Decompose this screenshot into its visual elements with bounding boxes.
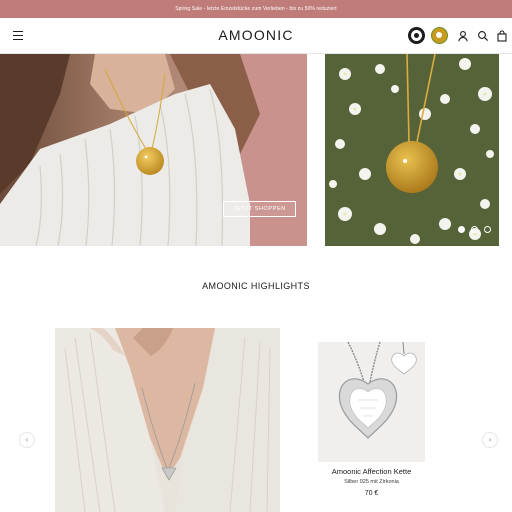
account-icon[interactable] [457,30,469,42]
search-icon[interactable] [477,30,489,42]
announcement-text[interactable]: Spring Sale - letzte Einzelstücke zum Ve… [175,6,337,12]
highlights-title: AMOONIC HIGHLIGHTS [202,281,310,291]
carousel-prev-button[interactable]: ‹ [19,432,35,448]
slider-dot-3[interactable] [484,226,491,233]
menu-icon[interactable] [13,31,23,41]
hero-slide-right[interactable] [325,54,499,246]
model-photo [55,328,280,512]
hero-photo-pendant [325,54,499,246]
award-badge-icon[interactable] [431,27,448,44]
shop-now-button[interactable]: JETZT SHOPPEN [223,201,296,217]
chevron-left-icon: ‹ [25,435,29,444]
carousel-next-button[interactable]: › [482,432,498,448]
hero-slide-left[interactable] [0,54,307,246]
cart-icon[interactable] [496,30,508,42]
chevron-right-icon: › [488,435,492,444]
highlight-lifestyle-image[interactable] [55,328,280,512]
product-name[interactable]: Amoonic Affection Kette [290,467,453,476]
hero-photo-woman [0,54,307,246]
announcement-bar[interactable]: Spring Sale - letzte Einzelstücke zum Ve… [0,0,512,18]
product-card-image[interactable] [318,342,425,462]
product-price: 70 € [364,490,379,497]
product-subtitle: Silber 925 mit Zirkonia [344,479,399,485]
site-header: AMOONIC [0,18,512,54]
trust-badge-icon[interactable] [408,27,425,44]
slider-dot-1[interactable] [458,226,465,233]
slider-dot-2[interactable] [471,226,478,233]
product-photo-heart-necklace [318,342,425,462]
